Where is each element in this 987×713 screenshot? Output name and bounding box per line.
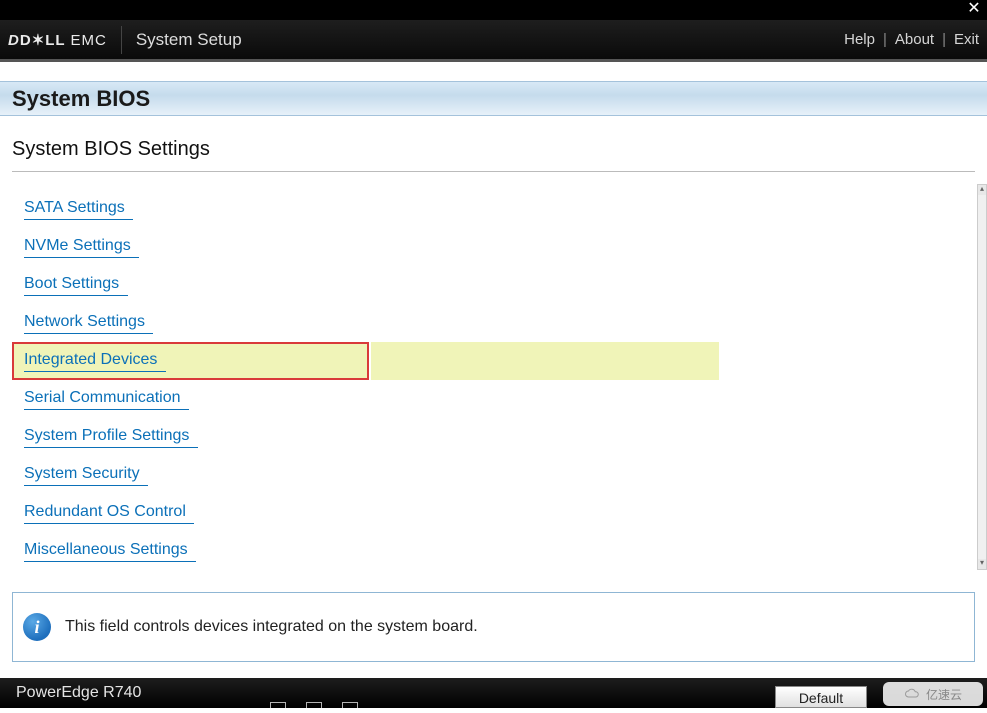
app-header: D​DELL EMCD✶LL EMC System Setup Help | A… bbox=[0, 20, 987, 62]
watermark-text: 亿速云 bbox=[926, 686, 962, 703]
menu-item-label: NVMe Settings bbox=[24, 237, 139, 258]
menu-item-label: Miscellaneous Settings bbox=[24, 541, 196, 562]
page-title-bar: System BIOS bbox=[0, 81, 987, 116]
footer-bar: PowerEdge R740 Default 亿速云 bbox=[0, 678, 987, 708]
menu-item-label: Integrated Devices bbox=[24, 351, 166, 372]
menu-item-integrated-devices[interactable]: Integrated Devices bbox=[12, 342, 369, 380]
info-icon: i bbox=[23, 613, 51, 641]
section-title: System BIOS Settings bbox=[12, 138, 975, 161]
header-links: Help | About | Exit bbox=[844, 31, 979, 48]
viewer-toolbar bbox=[270, 702, 358, 713]
help-link[interactable]: Help bbox=[844, 31, 875, 48]
scroll-up-icon[interactable]: ▴ bbox=[978, 185, 986, 195]
cloud-icon bbox=[904, 688, 922, 700]
menu-item-label: Boot Settings bbox=[24, 275, 128, 296]
menu-item-label: Serial Communication bbox=[24, 389, 189, 410]
window-titlebar: ✕ bbox=[0, 0, 987, 20]
link-sep: | bbox=[883, 31, 887, 48]
menu-item-label: SATA Settings bbox=[24, 199, 133, 220]
spacer bbox=[0, 62, 987, 81]
menu-item-label: System Security bbox=[24, 465, 148, 486]
app-title: System Setup bbox=[136, 30, 242, 50]
tool-icon[interactable] bbox=[306, 702, 322, 713]
scrollbar[interactable]: ▴ ▾ bbox=[977, 184, 987, 570]
help-panel: i This field controls devices integrated… bbox=[12, 592, 975, 662]
scroll-down-icon[interactable]: ▾ bbox=[978, 559, 986, 569]
main-content: System BIOS Settings SATA Settings NVMe … bbox=[0, 116, 987, 570]
brand-logo: D​DELL EMCD✶LL EMC bbox=[8, 31, 121, 49]
menu-item-boot-settings[interactable]: Boot Settings bbox=[12, 266, 975, 304]
close-icon[interactable]: ✕ bbox=[961, 0, 987, 20]
menu-item-label: Network Settings bbox=[24, 313, 153, 334]
menu-item-nvme-settings[interactable]: NVMe Settings bbox=[12, 228, 975, 266]
tool-icon[interactable] bbox=[342, 702, 358, 713]
section-underline bbox=[12, 171, 975, 172]
exit-link[interactable]: Exit bbox=[954, 31, 979, 48]
menu-item-serial-communication[interactable]: Serial Communication bbox=[12, 380, 975, 418]
tool-icon[interactable] bbox=[270, 702, 286, 713]
menu-item-label: Redundant OS Control bbox=[24, 503, 194, 524]
settings-menu: SATA Settings NVMe Settings Boot Setting… bbox=[12, 190, 975, 570]
menu-item-sata-settings[interactable]: SATA Settings bbox=[12, 190, 975, 228]
about-link[interactable]: About bbox=[895, 31, 934, 48]
menu-item-network-settings[interactable]: Network Settings bbox=[12, 304, 975, 342]
page-title: System BIOS bbox=[12, 86, 150, 112]
link-sep: | bbox=[942, 31, 946, 48]
header-divider bbox=[121, 26, 122, 54]
default-button[interactable]: Default bbox=[775, 686, 867, 708]
menu-item-system-profile-settings[interactable]: System Profile Settings bbox=[12, 418, 975, 456]
menu-item-miscellaneous-settings[interactable]: Miscellaneous Settings bbox=[12, 532, 975, 570]
menu-item-system-security[interactable]: System Security bbox=[12, 456, 975, 494]
system-model: PowerEdge R740 bbox=[16, 684, 141, 702]
spacer bbox=[0, 662, 987, 678]
watermark: 亿速云 bbox=[883, 682, 983, 706]
menu-item-label: System Profile Settings bbox=[24, 427, 198, 448]
menu-item-redundant-os-control[interactable]: Redundant OS Control bbox=[12, 494, 975, 532]
help-text: This field controls devices integrated o… bbox=[65, 618, 478, 636]
